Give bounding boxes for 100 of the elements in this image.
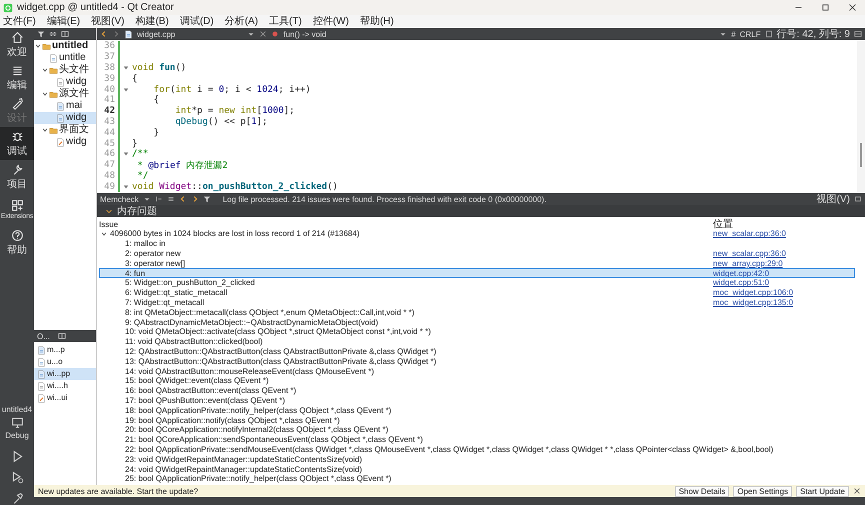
view-menu[interactable]: 视图(V) bbox=[816, 192, 850, 206]
menu-item[interactable]: 文件(F) bbox=[3, 16, 36, 28]
issue-row[interactable]: 6: Widget::qt_static_metacall moc_widget.cpp:106:0 bbox=[99, 288, 855, 298]
mode-button[interactable]: 帮助 bbox=[0, 226, 34, 259]
symbol-selector[interactable]: fun() -> void bbox=[283, 30, 326, 38]
encoding-indicator[interactable]: # bbox=[731, 30, 736, 38]
link-icon[interactable] bbox=[49, 30, 57, 38]
caret-icon[interactable] bbox=[35, 43, 41, 49]
menu-item[interactable]: 分析(A) bbox=[224, 16, 258, 28]
mode-button[interactable]: 编辑 bbox=[0, 61, 34, 94]
tree-item[interactable]: widg bbox=[34, 112, 96, 124]
issue-row[interactable]: 17: bool QPushButton::event(class QEvent *) bbox=[99, 396, 855, 406]
dropdown-icon[interactable] bbox=[247, 30, 256, 38]
tree-item[interactable]: mai bbox=[34, 100, 96, 112]
fold-arrow-icon[interactable] bbox=[123, 151, 129, 158]
close-icon[interactable] bbox=[848, 3, 857, 12]
list-icon[interactable] bbox=[166, 195, 175, 203]
issue-row[interactable]: 23: void QWidgetRepaintManager::updateStaticContentsSize(void) bbox=[99, 454, 855, 464]
mode-button[interactable]: 欢迎 bbox=[0, 28, 34, 61]
menu-item[interactable]: 工具(T) bbox=[269, 16, 302, 28]
menu-item[interactable]: 构建(B) bbox=[135, 16, 169, 28]
maximize-icon[interactable] bbox=[821, 3, 830, 12]
menu-item[interactable]: 帮助(H) bbox=[360, 16, 394, 28]
location-link[interactable]: widget.cpp:42:0 bbox=[713, 268, 770, 278]
debug-run-icon[interactable] bbox=[10, 471, 24, 484]
file-name[interactable]: widget.cpp bbox=[137, 30, 176, 38]
notification-button[interactable]: Start Update bbox=[796, 486, 849, 496]
open-document[interactable]: wi....h bbox=[34, 380, 96, 392]
tree-item[interactable]: 源文件 bbox=[34, 88, 96, 100]
tree-item[interactable]: untitle bbox=[34, 52, 96, 64]
notification-button[interactable]: Open Settings bbox=[733, 486, 792, 496]
issue-row[interactable]: 21: bool QCoreApplication::sendSpontaneousEvent(class QObject *,class QEvent *) bbox=[99, 434, 855, 445]
issue-row[interactable]: 4: fun widget.cpp:42:0 bbox=[99, 268, 855, 278]
menu-item[interactable]: 编辑(E) bbox=[46, 16, 80, 28]
tree-item[interactable]: untitled bbox=[34, 40, 96, 52]
close-icon[interactable] bbox=[853, 487, 861, 495]
issue-row[interactable]: 4096000 bytes in 1024 blocks are lost in loss record 1 of 214 (#13684) new_scalar.cpp:36:0 bbox=[99, 229, 855, 239]
filter-icon[interactable] bbox=[37, 30, 45, 38]
mode-button[interactable]: 项目 bbox=[0, 160, 34, 193]
issue-row[interactable]: 18: bool QApplicationPrivate::notify_helper(class QObject *,class QEvent *) bbox=[99, 405, 855, 416]
open-document[interactable]: wi...ui bbox=[34, 392, 96, 404]
location-link[interactable]: new_scalar.cpp:36:0 bbox=[713, 248, 786, 258]
filter-icon[interactable] bbox=[202, 195, 211, 203]
issue-row[interactable]: 9: QAbstractDynamicMetaObject::~QAbstractDynamicMetaObject(void) bbox=[99, 317, 855, 327]
caret-icon[interactable] bbox=[42, 127, 48, 133]
column-header[interactable]: Issue bbox=[99, 220, 713, 228]
cursor-position[interactable]: 行号: 42, 列号: 9 bbox=[776, 27, 850, 41]
issue-row[interactable]: 20: bool QCoreApplication::notifyInternal2(class QObject *,class QEvent *) bbox=[99, 424, 855, 435]
menu-item[interactable]: 控件(W) bbox=[312, 16, 349, 28]
open-document[interactable]: m...p bbox=[34, 344, 96, 356]
issue-row[interactable]: 2: operator new new_scalar.cpp:36:0 bbox=[99, 248, 855, 258]
dropdown-icon[interactable] bbox=[719, 30, 728, 38]
issue-row[interactable]: 19: bool QApplication::notify(class QObject *,class QEvent *) bbox=[99, 415, 855, 425]
notification-button[interactable]: Show Details bbox=[674, 486, 730, 496]
menu-item[interactable]: 视图(V) bbox=[91, 16, 124, 28]
location-link[interactable]: new_scalar.cpp:36:0 bbox=[713, 229, 786, 238]
issue-row[interactable]: 12: QAbstractButton::QAbstractButton(class QAbstractButtonPrivate &,class QWidget *) bbox=[99, 346, 855, 356]
issue-row[interactable]: 11: void QAbstractButton::clicked(bool) bbox=[99, 336, 855, 347]
location-link[interactable]: widget.cpp:51:0 bbox=[713, 278, 770, 288]
caret-icon[interactable] bbox=[42, 91, 48, 97]
issue-row[interactable]: 22: bool QApplicationPrivate::sendMouseEvent(class QWidget *,class QMouseEvent *,class QWidget *,class QWidget *,class QWidget * *,class QPointer<class QWidget> &,bool,bool) bbox=[99, 444, 855, 454]
category-label[interactable]: 内存问题 bbox=[117, 204, 157, 218]
tool-selector[interactable]: Memcheck bbox=[100, 194, 139, 204]
caret-icon[interactable] bbox=[42, 67, 48, 73]
split-icon[interactable] bbox=[58, 332, 66, 340]
issue-row[interactable]: 24: void QWidgetRepaintManager::updateStaticContentsSize(void) bbox=[99, 464, 855, 474]
line-ending[interactable]: CRLF bbox=[740, 30, 761, 38]
issue-row[interactable]: 13: QAbstractButton::QAbstractButton(class QAbstractButtonPrivate &,class QWidget *) bbox=[99, 356, 855, 366]
fold-arrow-icon[interactable] bbox=[123, 64, 129, 71]
tree-item[interactable]: widg bbox=[34, 76, 96, 88]
open-document[interactable]: u...o bbox=[34, 356, 96, 368]
split-icon[interactable] bbox=[854, 30, 862, 38]
tree-item[interactable]: 界面文 bbox=[34, 124, 96, 136]
fold-arrow-icon[interactable] bbox=[123, 184, 129, 190]
issue-row[interactable]: 14: void QAbstractButton::mouseReleaseEvent(class QMouseEvent *) bbox=[99, 366, 855, 376]
column-header[interactable]: 位置 bbox=[713, 217, 865, 231]
issue-row[interactable]: 3: operator new[] new_array.cpp:29:0 bbox=[99, 258, 855, 268]
issue-row[interactable]: 10: void QMetaObject::activate(class QObject *,struct QMetaObject const *,int,void * *) bbox=[99, 326, 855, 337]
scrollbar-thumb[interactable] bbox=[860, 143, 862, 167]
issue-row[interactable]: 16: bool QAbstractButton::event(class QEvent *) bbox=[99, 386, 855, 396]
issue-row[interactable]: 7: Widget::qt_metacall moc_widget.cpp:135:0 bbox=[99, 298, 855, 308]
caret-icon[interactable] bbox=[105, 207, 113, 215]
issue-row[interactable]: 25: bool QApplicationPrivate::notify_helper(class QObject *,class QEvent *) bbox=[99, 474, 855, 484]
location-link[interactable]: new_array.cpp:29:0 bbox=[713, 258, 783, 268]
location-link[interactable]: moc_widget.cpp:135:0 bbox=[713, 298, 794, 307]
issue-row[interactable]: 1: malloc in bbox=[99, 238, 855, 249]
monitor-icon[interactable] bbox=[10, 416, 24, 429]
mode-button[interactable]: 调试 bbox=[0, 127, 34, 160]
open-document[interactable]: wi...pp bbox=[34, 368, 96, 380]
run-icon[interactable] bbox=[10, 450, 24, 463]
tree-item[interactable]: widg bbox=[34, 136, 96, 148]
caret-icon[interactable] bbox=[101, 230, 107, 237]
menu-item[interactable]: 调试(D) bbox=[180, 16, 214, 28]
issue-row[interactable]: 5: Widget::on_pushButton_2_clicked widget.cpp:51:0 bbox=[99, 278, 855, 288]
issue-row[interactable]: 8: int QMetaObject::metacall(class QObject *,enum QMetaObject::Call,int,void * *) bbox=[99, 307, 855, 318]
issue-row[interactable]: 15: bool QWidget::event(class QEvent *) bbox=[99, 376, 855, 386]
fold-arrow-icon[interactable] bbox=[123, 86, 129, 93]
document-icon[interactable] bbox=[764, 30, 773, 38]
split-icon[interactable] bbox=[61, 30, 69, 38]
tree-item[interactable]: 头文件 bbox=[34, 64, 96, 76]
